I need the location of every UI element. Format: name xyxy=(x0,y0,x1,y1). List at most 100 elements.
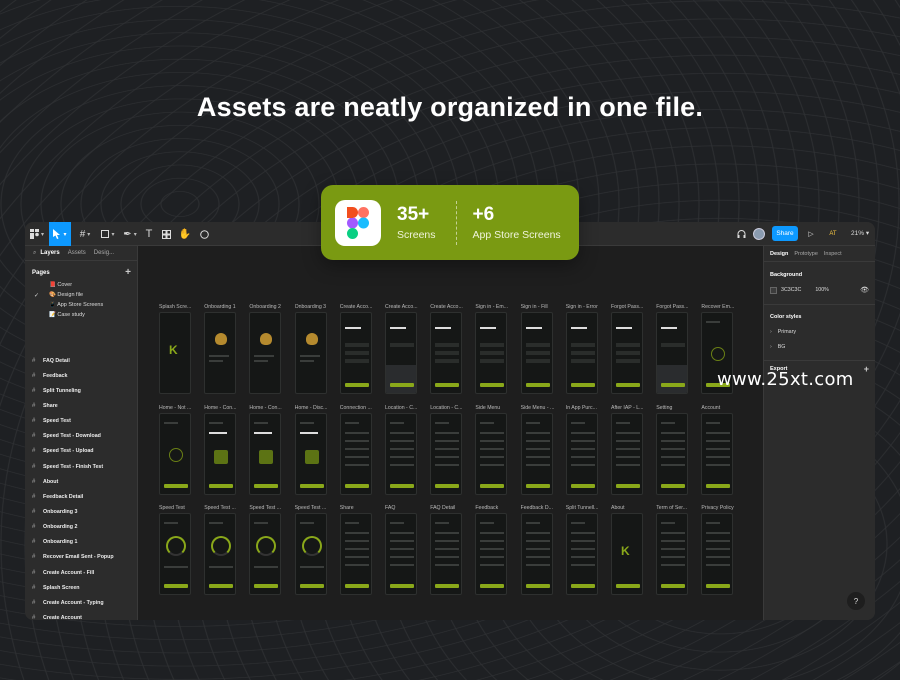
layer-item[interactable]: # Splash Screen xyxy=(25,580,137,595)
screen-label[interactable]: Speed Test ... xyxy=(204,505,248,511)
layer-item[interactable]: # FAQ Detail xyxy=(25,353,137,368)
background-opacity[interactable]: 100% xyxy=(815,287,829,293)
screen-label[interactable]: Forgot Pass... xyxy=(656,304,700,310)
screen-thumbnail[interactable] xyxy=(249,413,282,495)
pen-icon[interactable]: ✒ ▾ xyxy=(121,222,139,246)
screen-label[interactable]: After IAP - L... xyxy=(611,405,655,411)
headphones-icon[interactable] xyxy=(734,222,748,246)
add-page-icon[interactable]: + xyxy=(125,267,131,278)
layer-item[interactable]: # Feedback xyxy=(25,368,137,383)
screen-label[interactable]: About xyxy=(611,505,655,511)
screen-thumbnail[interactable] xyxy=(701,513,734,595)
screen-label[interactable]: Forgot Pass... xyxy=(611,304,655,310)
text-icon[interactable]: T xyxy=(142,222,156,246)
layer-item[interactable]: # Onboarding 1 xyxy=(25,535,137,550)
screen-thumbnail[interactable] xyxy=(701,413,734,495)
screen-label[interactable]: In App Purc... xyxy=(566,405,610,411)
screen-thumbnail[interactable] xyxy=(656,312,689,394)
page-item-case-study[interactable]: 📝 Case study xyxy=(25,308,137,318)
screen-label[interactable]: Create Acco... xyxy=(430,304,474,310)
screen-thumbnail[interactable] xyxy=(385,312,417,394)
screen-label[interactable]: Speed Test ... xyxy=(249,505,293,511)
layer-item[interactable]: # Speed Test - Upload xyxy=(25,444,137,459)
background-row[interactable]: 3C3C3C 100% 👁 xyxy=(764,286,875,294)
screen-label[interactable]: Home - Not ... xyxy=(159,405,203,411)
layer-item[interactable]: # Onboarding 2 xyxy=(25,520,137,535)
screen-thumbnail[interactable] xyxy=(249,312,282,394)
screen-thumbnail[interactable] xyxy=(430,513,463,595)
screen-label[interactable]: Sign in - Em... xyxy=(475,304,519,310)
screen-label[interactable]: Speed Test xyxy=(159,505,203,511)
screen-thumbnail[interactable] xyxy=(565,312,598,394)
screen-label[interactable]: FAQ Detail xyxy=(430,505,474,511)
tab-assets[interactable]: Assets xyxy=(68,250,86,256)
screen-label[interactable]: Privacy Policy xyxy=(701,505,745,511)
screen-thumbnail[interactable] xyxy=(204,513,237,595)
layer-item[interactable]: # Recover Email Sent - Popup xyxy=(25,550,137,565)
comment-icon[interactable] xyxy=(197,222,211,246)
screen-label[interactable]: Term of Ser... xyxy=(656,505,700,511)
screen-label[interactable]: Location - C... xyxy=(385,405,429,411)
screen-thumbnail[interactable]: K xyxy=(159,312,191,394)
present-icon[interactable]: ▷ xyxy=(806,222,816,246)
layer-item[interactable]: # Speed Test xyxy=(25,414,137,429)
screen-thumbnail[interactable] xyxy=(204,312,237,394)
screen-label[interactable]: Setting xyxy=(656,405,700,411)
screen-label[interactable]: Home - Con... xyxy=(204,405,248,411)
background-hex[interactable]: 3C3C3C xyxy=(781,287,801,293)
screen-label[interactable]: Sign in - Error xyxy=(566,304,610,310)
avatar[interactable] xyxy=(753,228,765,240)
main-menu-icon[interactable]: ▾ xyxy=(25,222,49,246)
layer-item[interactable]: # Speed Test - Download xyxy=(25,429,137,444)
screen-label[interactable]: Onboarding 1 xyxy=(204,304,248,310)
screen-label[interactable]: Side Menu - ... xyxy=(521,405,565,411)
screen-thumbnail[interactable] xyxy=(339,413,372,495)
screen-label[interactable]: Home - Disc... xyxy=(295,405,339,411)
screen-thumbnail[interactable] xyxy=(385,413,417,495)
move-icon[interactable]: ▾ xyxy=(49,222,71,246)
screen-thumbnail[interactable] xyxy=(565,413,598,495)
screen-label[interactable]: Speed Test ... xyxy=(295,505,339,511)
screen-label[interactable]: Feedback D... xyxy=(521,505,565,511)
screen-label[interactable]: Create Acco... xyxy=(340,304,384,310)
zoom-level[interactable]: 21% ▾ xyxy=(851,229,869,237)
screen-thumbnail[interactable] xyxy=(475,312,508,394)
page-item-design-file[interactable]: ✓ 🎨 Design file xyxy=(25,288,137,299)
screen-thumbnail[interactable] xyxy=(294,413,327,495)
share-button[interactable]: Share xyxy=(772,226,798,241)
resources-icon[interactable] xyxy=(159,222,173,246)
screen-label[interactable]: Share xyxy=(340,505,384,511)
screen-label[interactable]: FAQ xyxy=(385,505,429,511)
screen-thumbnail[interactable] xyxy=(520,312,553,394)
background-swatch[interactable] xyxy=(770,286,777,294)
screen-thumbnail[interactable] xyxy=(294,513,327,595)
screen-thumbnail[interactable] xyxy=(565,513,598,595)
screen-label[interactable]: Split Tunnell... xyxy=(566,505,610,511)
layer-item[interactable]: # Split Tunneling xyxy=(25,383,137,398)
screen-thumbnail[interactable] xyxy=(294,312,327,394)
screen-thumbnail[interactable] xyxy=(475,513,508,595)
screen-thumbnail[interactable] xyxy=(339,513,372,595)
screen-thumbnail[interactable] xyxy=(475,413,508,495)
layer-item[interactable]: # Speed Test - Finish Test xyxy=(25,459,137,474)
screen-thumbnail[interactable] xyxy=(204,413,237,495)
screen-label[interactable]: Location - C... xyxy=(430,405,474,411)
add-export-icon[interactable]: + xyxy=(864,364,869,374)
screen-thumbnail[interactable] xyxy=(430,413,463,495)
layer-item[interactable]: # Feedback Detail xyxy=(25,489,137,504)
screen-thumbnail[interactable] xyxy=(430,312,463,394)
screen-label[interactable]: Splash Scre... xyxy=(159,304,203,310)
frame-icon[interactable]: # ▾ xyxy=(75,222,95,246)
layer-item[interactable]: # Share xyxy=(25,398,137,413)
screen-label[interactable]: Connection ... xyxy=(340,405,384,411)
tab-design-system[interactable]: Desig... xyxy=(94,250,114,256)
layer-item[interactable]: # About xyxy=(25,474,137,489)
color-style-bg[interactable]: › BG xyxy=(764,344,875,350)
screen-label[interactable]: Onboarding 2 xyxy=(249,304,293,310)
shape-icon[interactable]: ▾ xyxy=(97,222,119,246)
screen-thumbnail[interactable] xyxy=(611,413,643,495)
screen-thumbnail[interactable] xyxy=(656,413,689,495)
tab-prototype[interactable]: Prototype xyxy=(794,251,818,257)
screen-thumbnail[interactable] xyxy=(159,413,191,495)
screen-thumbnail[interactable] xyxy=(656,513,689,595)
